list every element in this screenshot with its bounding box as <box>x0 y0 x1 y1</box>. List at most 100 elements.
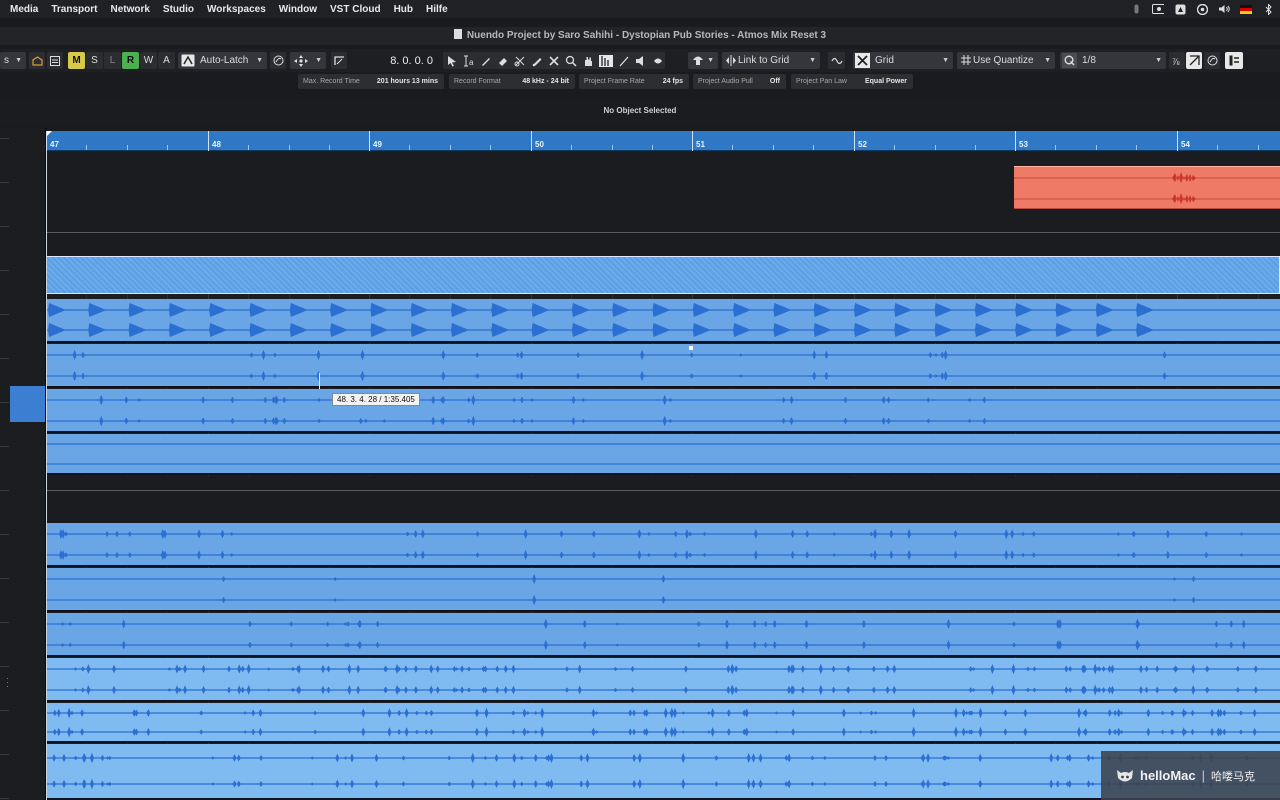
quantize-apply-icon[interactable] <box>1186 52 1202 69</box>
global-solo-button[interactable]: S <box>86 52 103 69</box>
waveform-transient <box>1055 323 1074 337</box>
menu-hilfe[interactable]: Hilfe <box>426 4 448 15</box>
snap-mode-dropdown[interactable]: Link to Grid ▼ <box>722 52 820 69</box>
hand-tool-icon[interactable] <box>582 55 594 67</box>
global-mute-button[interactable]: M <box>68 52 85 69</box>
window-layout-icon[interactable] <box>47 52 63 69</box>
global-a-button[interactable]: A <box>158 52 175 69</box>
empty-track-lane[interactable] <box>46 491 1280 523</box>
auto-scroll-dropdown[interactable]: ▼ <box>688 52 718 69</box>
selected-audio-event[interactable] <box>1014 166 1280 209</box>
event-handle-icon[interactable] <box>689 346 693 350</box>
global-write-button[interactable]: W <box>140 52 157 69</box>
track-tick <box>0 710 9 711</box>
german-flag-icon[interactable] <box>1240 4 1252 14</box>
audio-event[interactable] <box>46 523 1280 567</box>
status-max-record-time[interactable]: Max. Record Time 201 hours 13 mins <box>298 74 444 89</box>
waveform-peak <box>841 708 846 718</box>
waveform-peak <box>401 781 406 787</box>
timeline-ruler[interactable]: 47 48 49 50 51 52 53 54 <box>46 131 1280 151</box>
grid-type-dropdown[interactable]: Grid ▼ <box>853 52 953 69</box>
waveform-peak <box>146 727 151 737</box>
glue-tool-icon[interactable] <box>531 55 543 67</box>
waveform-peak <box>105 552 110 558</box>
audio-event[interactable] <box>46 299 1280 343</box>
waveform-peak <box>613 687 618 693</box>
global-listen-button[interactable]: L <box>104 52 121 69</box>
waveform-peak <box>520 417 525 425</box>
mic-indicator-icon[interactable] <box>1130 4 1142 14</box>
status-pan-law[interactable]: Project Pan Law Equal Power <box>791 74 913 89</box>
audio-event[interactable] <box>46 568 1280 612</box>
menu-hub[interactable]: Hub <box>394 4 413 15</box>
position-display[interactable]: 8. 0. 0. 0 <box>350 52 438 69</box>
quantize-value-dropdown[interactable]: 1/8 ▼ <box>1060 52 1166 69</box>
waveform-peak <box>632 709 637 717</box>
waveform-peak <box>475 373 480 379</box>
folder-track-part[interactable] <box>46 256 1280 294</box>
volume-icon[interactable] <box>1218 4 1230 14</box>
automation-mode-dropdown[interactable]: Auto-Latch ▼ <box>178 52 267 69</box>
waveform-peak <box>475 729 480 735</box>
audio-event[interactable] <box>46 344 1280 388</box>
cleanmymac-icon[interactable] <box>1174 4 1186 14</box>
menu-transport[interactable]: Transport <box>51 4 97 15</box>
range-selection-tool-icon[interactable]: a <box>463 55 475 67</box>
constrain-delay-icon[interactable] <box>29 52 45 69</box>
menu-media[interactable]: Media <box>10 4 38 15</box>
waveform-peak <box>80 351 85 359</box>
quantize-reset-icon[interactable] <box>1204 52 1220 69</box>
zoom-glue-tool-icon[interactable] <box>514 55 526 67</box>
audio-event[interactable] <box>46 744 1280 800</box>
waveform-peak <box>911 707 916 719</box>
ruler-bar-marker: 53 <box>1015 131 1028 151</box>
suspend-automation-icon[interactable] <box>270 52 286 69</box>
status-audio-pull[interactable]: Project Audio Pull Off <box>693 74 786 89</box>
waveform-peak <box>684 549 689 561</box>
menu-studio[interactable]: Studio <box>163 4 194 15</box>
menu-network[interactable]: Network <box>110 4 149 15</box>
waveform-peak <box>210 756 215 760</box>
window-zones-icon[interactable] <box>1225 52 1243 69</box>
mute-tool-icon[interactable] <box>548 55 560 67</box>
zoom-tool-icon[interactable] <box>565 55 577 67</box>
at-sign-icon[interactable] <box>1196 3 1208 15</box>
iterative-quantize-icon[interactable]: ⅞ <box>1169 52 1185 69</box>
quantize-mode-dropdown[interactable]: Use Quantize ▼ <box>957 52 1055 69</box>
waveform-peak <box>374 753 379 763</box>
ruler-bar-label: 54 <box>1181 140 1190 149</box>
waveform-peak <box>1138 685 1143 695</box>
empty-track-lane[interactable] <box>46 476 1280 490</box>
audio-event[interactable] <box>46 658 1280 702</box>
waveform-peak <box>494 780 499 788</box>
screen-record-icon[interactable] <box>1152 4 1164 14</box>
status-record-format[interactable]: Record Format 48 kHz - 24 bit <box>449 74 575 89</box>
color-tool-icon[interactable] <box>652 55 664 67</box>
nudge-mode-dropdown[interactable]: ▼ <box>290 52 326 69</box>
status-frame-rate[interactable]: Project Frame Rate 24 fps <box>579 74 689 89</box>
menu-workspaces[interactable]: Workspaces <box>207 4 266 15</box>
audio-event[interactable] <box>46 703 1280 743</box>
draw-tool-icon[interactable] <box>480 55 492 67</box>
bluetooth-icon[interactable] <box>1262 3 1274 15</box>
global-read-button[interactable]: R <box>122 52 139 69</box>
empty-track-lane[interactable] <box>46 233 1280 256</box>
comp-tool-icon[interactable] <box>599 54 613 67</box>
snap-to-zero-crossing-icon[interactable] <box>828 52 845 69</box>
menu-vst-cloud[interactable]: VST Cloud <box>330 4 381 15</box>
locator-left-icon[interactable] <box>331 52 347 69</box>
toolbar-partial-dropdown[interactable]: s ▼ <box>0 52 26 69</box>
audio-event[interactable] <box>46 613 1280 657</box>
event-display[interactable]: 48. 3. 4. 28 / 1:35.405 <box>46 151 1280 800</box>
resize-handle-icon[interactable]: · · · <box>6 674 9 691</box>
line-tool-icon[interactable] <box>618 55 630 67</box>
waveform-peak <box>734 686 739 694</box>
play-tool-icon[interactable] <box>635 55 647 67</box>
menu-window[interactable]: Window <box>279 4 317 15</box>
audio-event[interactable] <box>46 389 1280 433</box>
audio-event[interactable] <box>46 434 1280 475</box>
object-selection-tool-icon[interactable] <box>446 55 458 67</box>
waveform-peak <box>1107 728 1112 736</box>
selected-track-indicator[interactable] <box>10 386 45 422</box>
erase-tool-icon[interactable] <box>497 55 509 67</box>
